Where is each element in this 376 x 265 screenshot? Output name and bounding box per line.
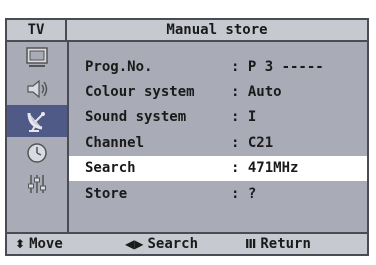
menu-title: Manual store (67, 20, 367, 40)
row-value: : C21 (231, 134, 274, 151)
leftright-arrow-icon: ◀▶ (125, 237, 144, 251)
title-bar: TV Manual store (7, 20, 367, 42)
return-label: Return (260, 236, 311, 252)
return-icon: Ⅲ (245, 237, 257, 251)
menu-row-colour-system[interactable]: Colour system : Auto (69, 79, 367, 104)
search-hint: ◀▶ Search (125, 236, 245, 252)
row-value: : P 3 ----- (231, 58, 324, 75)
channel-icon[interactable] (7, 105, 67, 137)
row-label: Sound system (85, 109, 187, 126)
row-label: Colour system (85, 84, 195, 101)
menu-row-search[interactable]: Search : 471MHz (69, 155, 367, 181)
return-hint: Ⅲ Return (245, 236, 311, 252)
row-value: : 471MHz (231, 160, 299, 177)
menu-row-store[interactable]: Store : ? (69, 181, 367, 206)
row-label: Search (85, 160, 136, 177)
menu-row-sound-system[interactable]: Sound system : I (69, 105, 367, 130)
row-value: : ? (231, 185, 257, 202)
menu-row-channel[interactable]: Channel : C21 (69, 130, 367, 155)
sound-icon[interactable] (7, 74, 67, 106)
category-sidebar (7, 42, 67, 232)
tv-tag: TV (7, 20, 67, 40)
move-label: Move (29, 236, 63, 252)
menu-list: Prog.No. : P 3 ----- Colour system : Aut… (67, 42, 367, 232)
osd-menu: TV Manual store Prog.No.: P 3 ----- Col… (5, 18, 369, 256)
updown-arrow-icon: ⬍ (15, 237, 26, 251)
row-label: Prog.No. (85, 58, 153, 75)
time-icon[interactable] (7, 137, 67, 169)
move-hint: ⬍ Move (15, 236, 125, 252)
row-label: Store (85, 185, 128, 202)
help-bar: ⬍ Move ◀▶ Search Ⅲ Return (7, 232, 367, 254)
row-label: Channel (85, 134, 145, 151)
row-value: : I (231, 109, 257, 126)
search-label: Search (147, 236, 199, 252)
menu-row-prog-no[interactable]: Prog.No. : P 3 ----- (69, 54, 367, 79)
setup-icon[interactable] (7, 168, 67, 200)
picture-icon[interactable] (7, 42, 67, 74)
row-value: : Auto (231, 84, 282, 101)
